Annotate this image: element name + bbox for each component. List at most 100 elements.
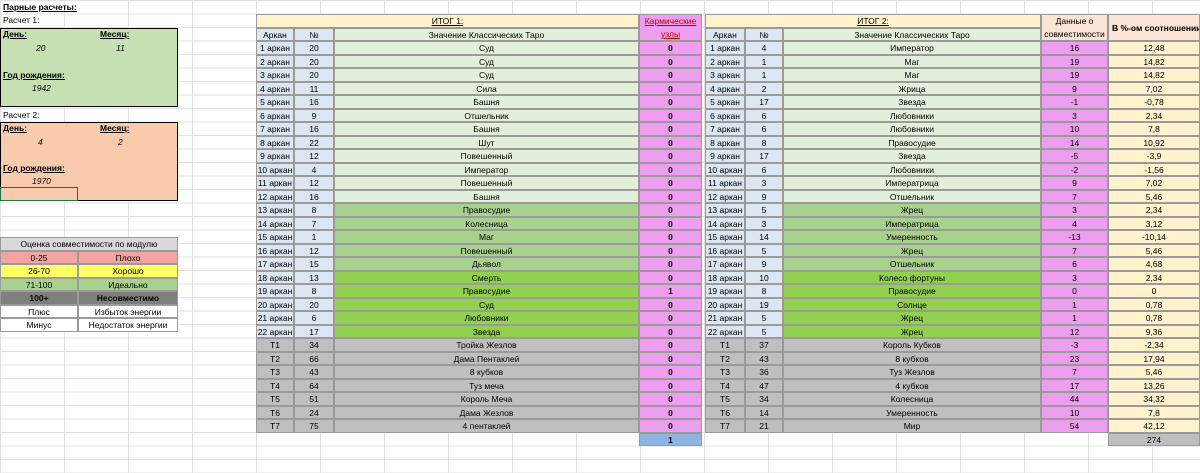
percent-total: 274 xyxy=(1108,432,1200,446)
karmic-cell: 0 xyxy=(639,270,702,284)
meaning2-cell: Умеренность xyxy=(783,230,1041,244)
legend-text: Хорошо xyxy=(78,264,178,278)
compat-cell: 0 xyxy=(1041,284,1108,298)
calc1-month-label: Месяц: xyxy=(100,29,130,39)
arkan1-cell: 10 аркан xyxy=(256,162,294,176)
percent-cell: 2,34 xyxy=(1108,270,1200,284)
karmic-cell: 0 xyxy=(639,149,702,163)
calc1-month-value[interactable]: 11 xyxy=(116,42,125,55)
num2-cell: 5 xyxy=(745,243,783,257)
meaning2-cell: 8 кубков xyxy=(783,351,1041,365)
karmic-cell: 0 xyxy=(639,351,702,365)
karmic-cell: 0 xyxy=(639,216,702,230)
compat-cell: 1 xyxy=(1041,297,1108,311)
arkan1-cell: 7 аркан xyxy=(256,122,294,136)
arkan1-cell: 20 аркан xyxy=(256,297,294,311)
legend-row: 26-70 Хорошо xyxy=(0,264,178,278)
karmic-header: Кармические узлы xyxy=(639,14,702,41)
percent-cell: 0,78 xyxy=(1108,311,1200,325)
meaning1-cell: Повешенный xyxy=(334,149,639,163)
arkan2-cell: 14 аркан xyxy=(705,216,745,230)
arkan1-cell: 8 аркан xyxy=(256,135,294,149)
meaning2-cell: Отшельник xyxy=(783,257,1041,271)
legend-range: 26-70 xyxy=(0,264,78,278)
arkan2-cell: Т1 xyxy=(705,338,745,352)
num2-cell: 3 xyxy=(745,216,783,230)
arkan1-cell: Т2 xyxy=(256,351,294,365)
num2-cell: 1 xyxy=(745,68,783,82)
num1-cell: 24 xyxy=(294,405,334,419)
compat-cell: 17 xyxy=(1041,378,1108,392)
legend-range: Плюс xyxy=(0,304,78,318)
karmic-cell: 0 xyxy=(639,176,702,190)
meaning2-cell: Звезда xyxy=(783,95,1041,109)
compat-cell: 14 xyxy=(1041,135,1108,149)
meaning1-cell: Повешенный xyxy=(334,176,639,190)
arkan1-cell: 19 аркан xyxy=(256,284,294,298)
karmic-cell: 1 xyxy=(639,284,702,298)
compat-cell: 4 xyxy=(1041,216,1108,230)
karmic-cell: 0 xyxy=(639,311,702,325)
karmic-cell: 0 xyxy=(639,81,702,95)
meaning2-cell: Солнце xyxy=(783,297,1041,311)
num2-cell: 8 xyxy=(745,284,783,298)
legend-range: 100+ xyxy=(0,291,78,305)
karmic-cell: 0 xyxy=(639,392,702,406)
arkan1-cell: 11 аркан xyxy=(256,176,294,190)
num2-cell: 5 xyxy=(745,311,783,325)
num2-cell: 9 xyxy=(745,189,783,203)
calc2-day-value[interactable]: 4 xyxy=(38,136,43,149)
num2-cell: 8 xyxy=(745,135,783,149)
percent-cell: 12,48 xyxy=(1108,41,1200,55)
num1-cell: 15 xyxy=(294,257,334,271)
percent-cell: -3,9 xyxy=(1108,149,1200,163)
karmic-cell: 0 xyxy=(639,378,702,392)
calc1-day-value[interactable]: 20 xyxy=(36,42,45,55)
percent-cell: 9,36 xyxy=(1108,324,1200,338)
meaning1-cell: Император xyxy=(334,162,639,176)
percent-cell: 7,8 xyxy=(1108,122,1200,136)
compat-cell: 19 xyxy=(1041,68,1108,82)
percent-cell: 10,92 xyxy=(1108,135,1200,149)
karmic-cell: 0 xyxy=(639,68,702,82)
compat-header: Данные о совместимости xyxy=(1041,14,1108,41)
num1-cell: 4 xyxy=(294,162,334,176)
arkan2-cell: 3 аркан xyxy=(705,68,745,82)
compat-cell: 9 xyxy=(1041,81,1108,95)
calc2-year-value[interactable]: 1970 xyxy=(32,175,51,188)
selected-cell[interactable] xyxy=(0,187,78,201)
meaning1-cell: Король Меча xyxy=(334,392,639,406)
legend-row: 71-100 Идеально xyxy=(0,277,178,291)
compat-cell: 19 xyxy=(1041,54,1108,68)
num1-cell: 9 xyxy=(294,108,334,122)
percent-cell: -0,78 xyxy=(1108,95,1200,109)
compat-header-line1: Данные о xyxy=(1055,16,1094,26)
meaning1-cell: Шут xyxy=(334,135,639,149)
num1-cell: 66 xyxy=(294,351,334,365)
meaning1-cell: Башня xyxy=(334,122,639,136)
num1-cell: 1 xyxy=(294,230,334,244)
karmic-cell: 0 xyxy=(639,41,702,55)
compat-cell: 12 xyxy=(1041,324,1108,338)
meaning1-header: Значение Классических Таро xyxy=(334,27,639,41)
num1-cell: 64 xyxy=(294,378,334,392)
arkan2-cell: Т6 xyxy=(705,405,745,419)
meaning1-cell: Повешенный xyxy=(334,243,639,257)
meaning2-cell: Император xyxy=(783,41,1041,55)
arkan1-cell: 12 аркан xyxy=(256,189,294,203)
num1-cell: 7 xyxy=(294,216,334,230)
arkan1-cell: 5 аркан xyxy=(256,95,294,109)
compat-cell: 9 xyxy=(1041,176,1108,190)
meaning1-cell: Маг xyxy=(334,230,639,244)
meaning1-cell: Дама Жезлов xyxy=(334,405,639,419)
meaning1-cell: Правосудие xyxy=(334,203,639,217)
meaning1-cell: Суд xyxy=(334,68,639,82)
calc2-month-value[interactable]: 2 xyxy=(118,136,123,149)
num2-cell: 47 xyxy=(745,378,783,392)
percent-cell: 4,68 xyxy=(1108,257,1200,271)
percent-cell: 0,78 xyxy=(1108,297,1200,311)
karmic-cell: 0 xyxy=(639,324,702,338)
arkan2-header: Аркан xyxy=(705,27,745,41)
calc1-year-value[interactable]: 1942 xyxy=(32,82,51,95)
meaning1-cell: 8 кубков xyxy=(334,365,639,379)
